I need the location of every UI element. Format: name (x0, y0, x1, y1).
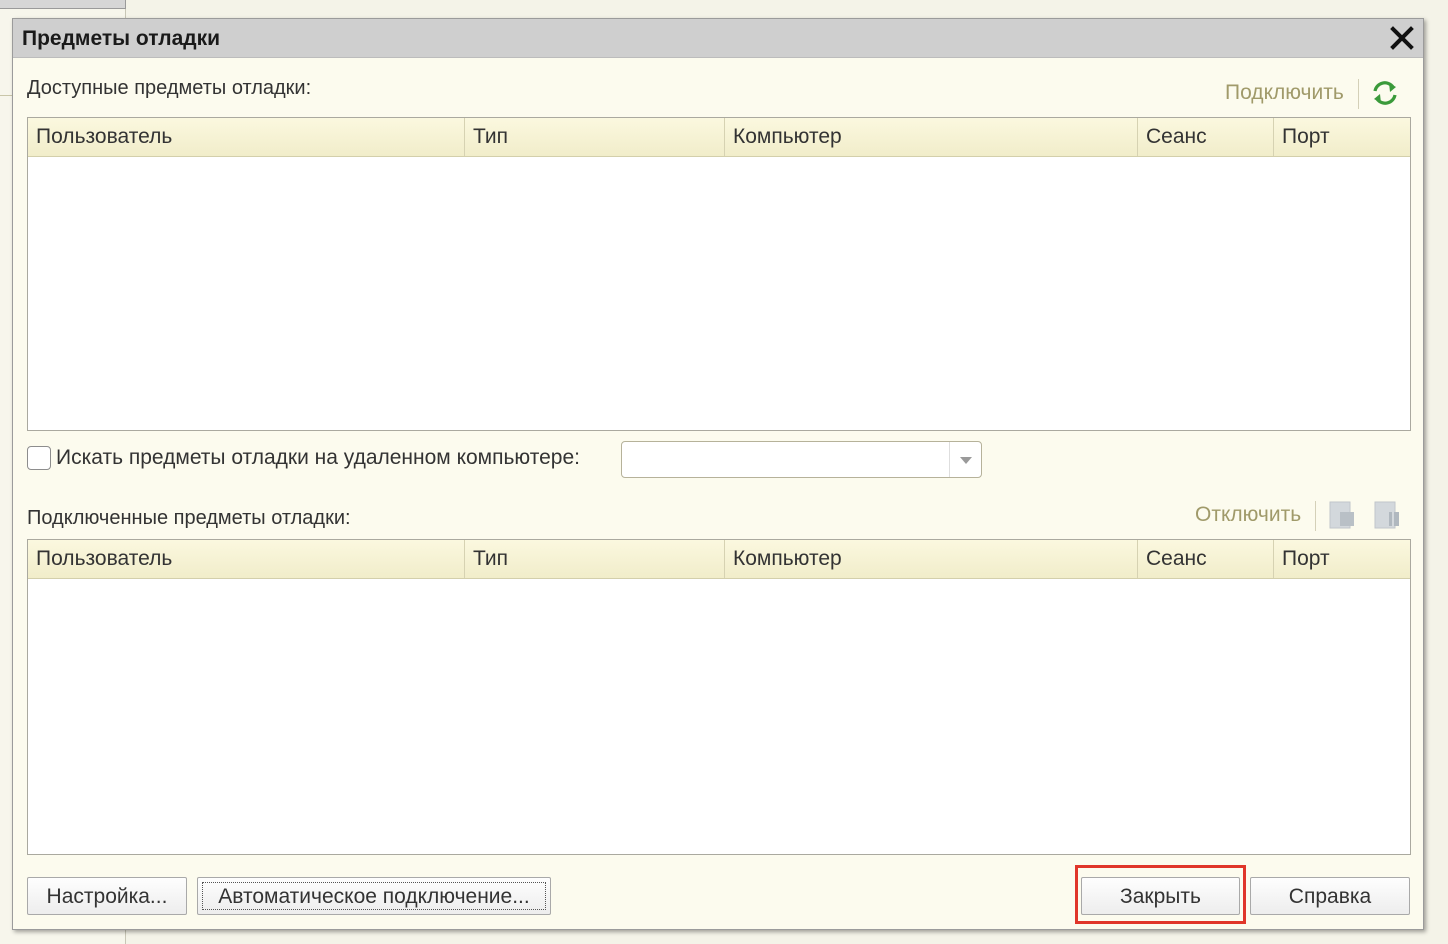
close-icon (1390, 26, 1414, 50)
available-items-table[interactable]: Пользователь Тип Компьютер Сеанс Порт (27, 117, 1411, 431)
toolbar-separator (1315, 501, 1316, 531)
close-dialog-button[interactable] (1387, 23, 1417, 53)
table-header: Пользователь Тип Компьютер Сеанс Порт (28, 118, 1410, 157)
document-icon (1329, 501, 1354, 529)
column-port[interactable]: Порт (1274, 118, 1410, 156)
available-items-label: Доступные предметы отладки: (27, 77, 312, 99)
dialog-title: Предметы отладки (22, 27, 221, 50)
column-session[interactable]: Сеанс (1138, 540, 1274, 578)
column-user[interactable]: Пользователь (28, 118, 465, 156)
column-computer[interactable]: Компьютер (725, 540, 1138, 578)
remote-computer-select[interactable] (621, 441, 982, 478)
connect-button[interactable]: Подключить (1225, 81, 1344, 105)
settings-button[interactable]: Настройка... (27, 877, 187, 915)
document-list-icon (1374, 501, 1399, 529)
table-header: Пользователь Тип Компьютер Сеанс Порт (28, 540, 1410, 579)
close-button[interactable]: Закрыть (1081, 877, 1240, 915)
refresh-button[interactable] (1369, 77, 1401, 109)
background-toolbar (0, 0, 126, 9)
remote-search-checkbox[interactable] (27, 446, 51, 470)
autoconnect-button-label: Автоматическое подключение... (202, 882, 546, 910)
connected-items-table[interactable]: Пользователь Тип Компьютер Сеанс Порт (27, 539, 1411, 855)
column-user[interactable]: Пользователь (28, 540, 465, 578)
connected-items-label: Подключенные предметы отладки: (27, 507, 351, 529)
column-computer[interactable]: Компьютер (725, 118, 1138, 156)
chevron-down-icon (959, 456, 972, 464)
debug-items-dialog: Предметы отладки Доступные предметы отла… (12, 18, 1424, 930)
column-type[interactable]: Тип (465, 540, 725, 578)
toolbar-separator (1358, 79, 1359, 109)
remote-computer-value[interactable] (628, 446, 945, 473)
refresh-icon (1373, 81, 1397, 105)
open-item-button[interactable] (1326, 499, 1358, 531)
dialog-titlebar[interactable]: Предметы отладки (13, 19, 1423, 58)
remote-computer-dropdown-button[interactable] (949, 442, 981, 477)
disconnect-button[interactable]: Отключить (1195, 503, 1301, 527)
column-port[interactable]: Порт (1274, 540, 1410, 578)
autoconnect-button[interactable]: Автоматическое подключение... (197, 877, 551, 915)
remote-search-label[interactable]: Искать предметы отладки на удаленном ком… (56, 446, 580, 470)
column-session[interactable]: Сеанс (1138, 118, 1274, 156)
help-button[interactable]: Справка (1250, 877, 1410, 915)
item-details-button[interactable] (1371, 499, 1403, 531)
column-type[interactable]: Тип (465, 118, 725, 156)
